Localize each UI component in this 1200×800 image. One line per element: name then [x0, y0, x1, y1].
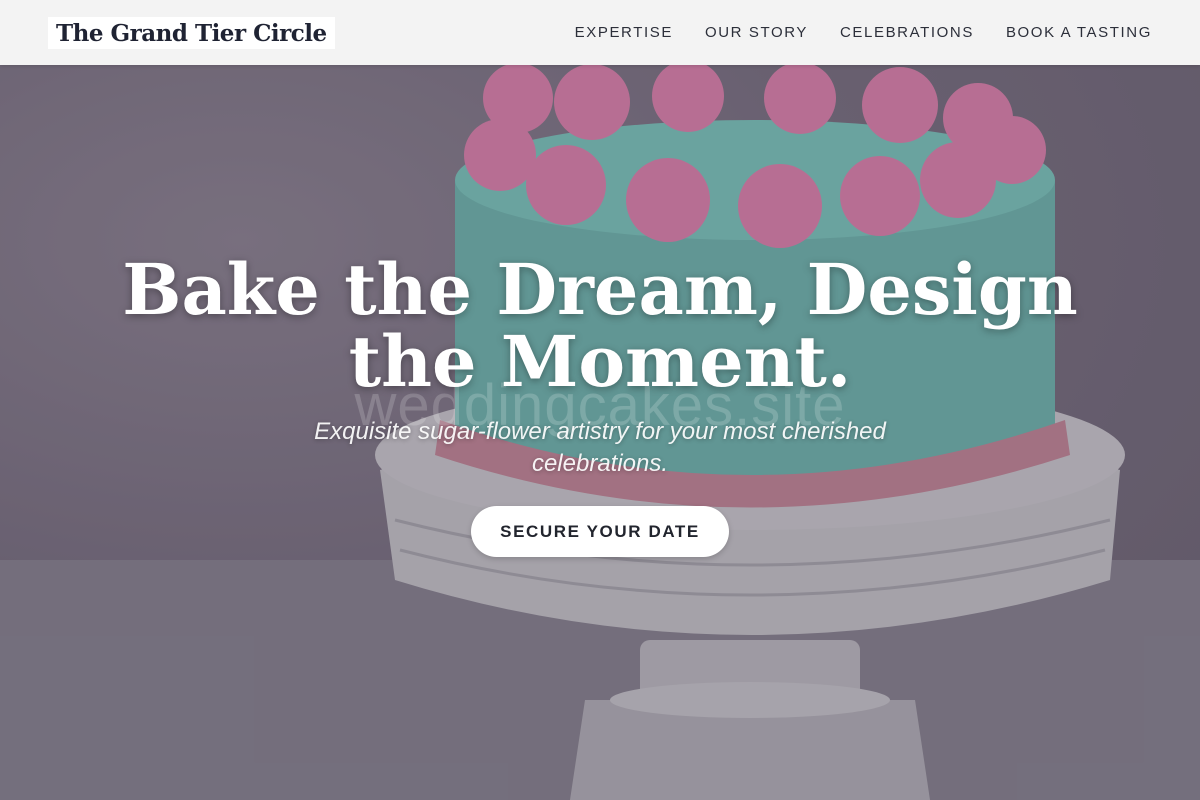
hero-headline: Bake the Dream, Design the Moment.: [122, 248, 1078, 403]
main-nav: EXPERTISE OUR STORY CELEBRATIONS BOOK A …: [575, 24, 1152, 41]
hero-subheadline: Exquisite sugar-flower artistry for your…: [314, 418, 886, 477]
nav-item-expertise[interactable]: EXPERTISE: [575, 24, 673, 41]
site-header: The Grand Tier Circle EXPERTISE OUR STOR…: [0, 0, 1200, 65]
secure-date-button[interactable]: SECURE YOUR DATE: [471, 506, 729, 557]
nav-item-our-story[interactable]: OUR STORY: [705, 24, 808, 41]
brand-logo[interactable]: The Grand Tier Circle: [48, 16, 335, 49]
nav-item-celebrations[interactable]: CELEBRATIONS: [840, 24, 974, 41]
nav-item-book-a-tasting[interactable]: BOOK A TASTING: [1006, 24, 1152, 41]
